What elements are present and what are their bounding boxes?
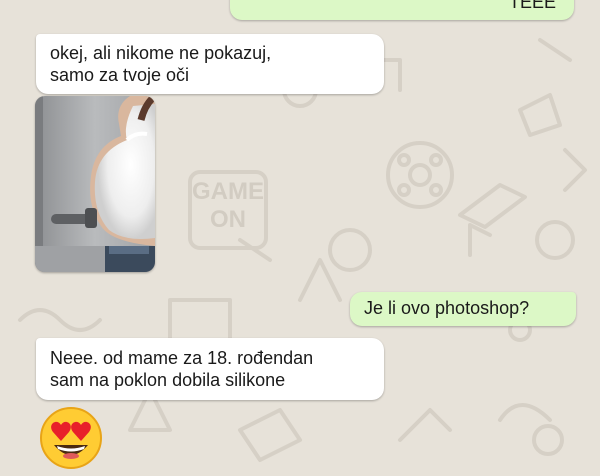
message-text: TEEE: [508, 0, 556, 12]
message-text-line-2: samo za tvoje oči: [50, 65, 190, 85]
incoming-message[interactable]: okej, ali nikome ne pokazuj, samo za tvo…: [36, 34, 384, 94]
badge-line-2: ON: [210, 206, 246, 233]
game-on-badge: GAME ON: [190, 178, 266, 234]
photo-image: [35, 96, 155, 272]
badge-line-1: GAME: [192, 178, 264, 205]
photo-message[interactable]: [35, 96, 155, 272]
outgoing-message[interactable]: Je li ovo photoshop?: [350, 292, 576, 326]
heart-eyes-emoji-icon: [40, 407, 102, 469]
message-text-line-1: okej, ali nikome ne pokazuj,: [50, 43, 272, 63]
outgoing-message[interactable]: TEEE: [230, 0, 574, 20]
emoji-message[interactable]: [38, 405, 104, 471]
incoming-message[interactable]: Neee. od mame za 18. rođendan sam na pok…: [36, 338, 384, 400]
message-text-line-1: Neee. od mame za 18. rođendan: [50, 348, 314, 368]
message-text: Je li ovo photoshop?: [364, 298, 530, 318]
message-text-line-2: sam na poklon dobila silikone: [50, 370, 286, 390]
